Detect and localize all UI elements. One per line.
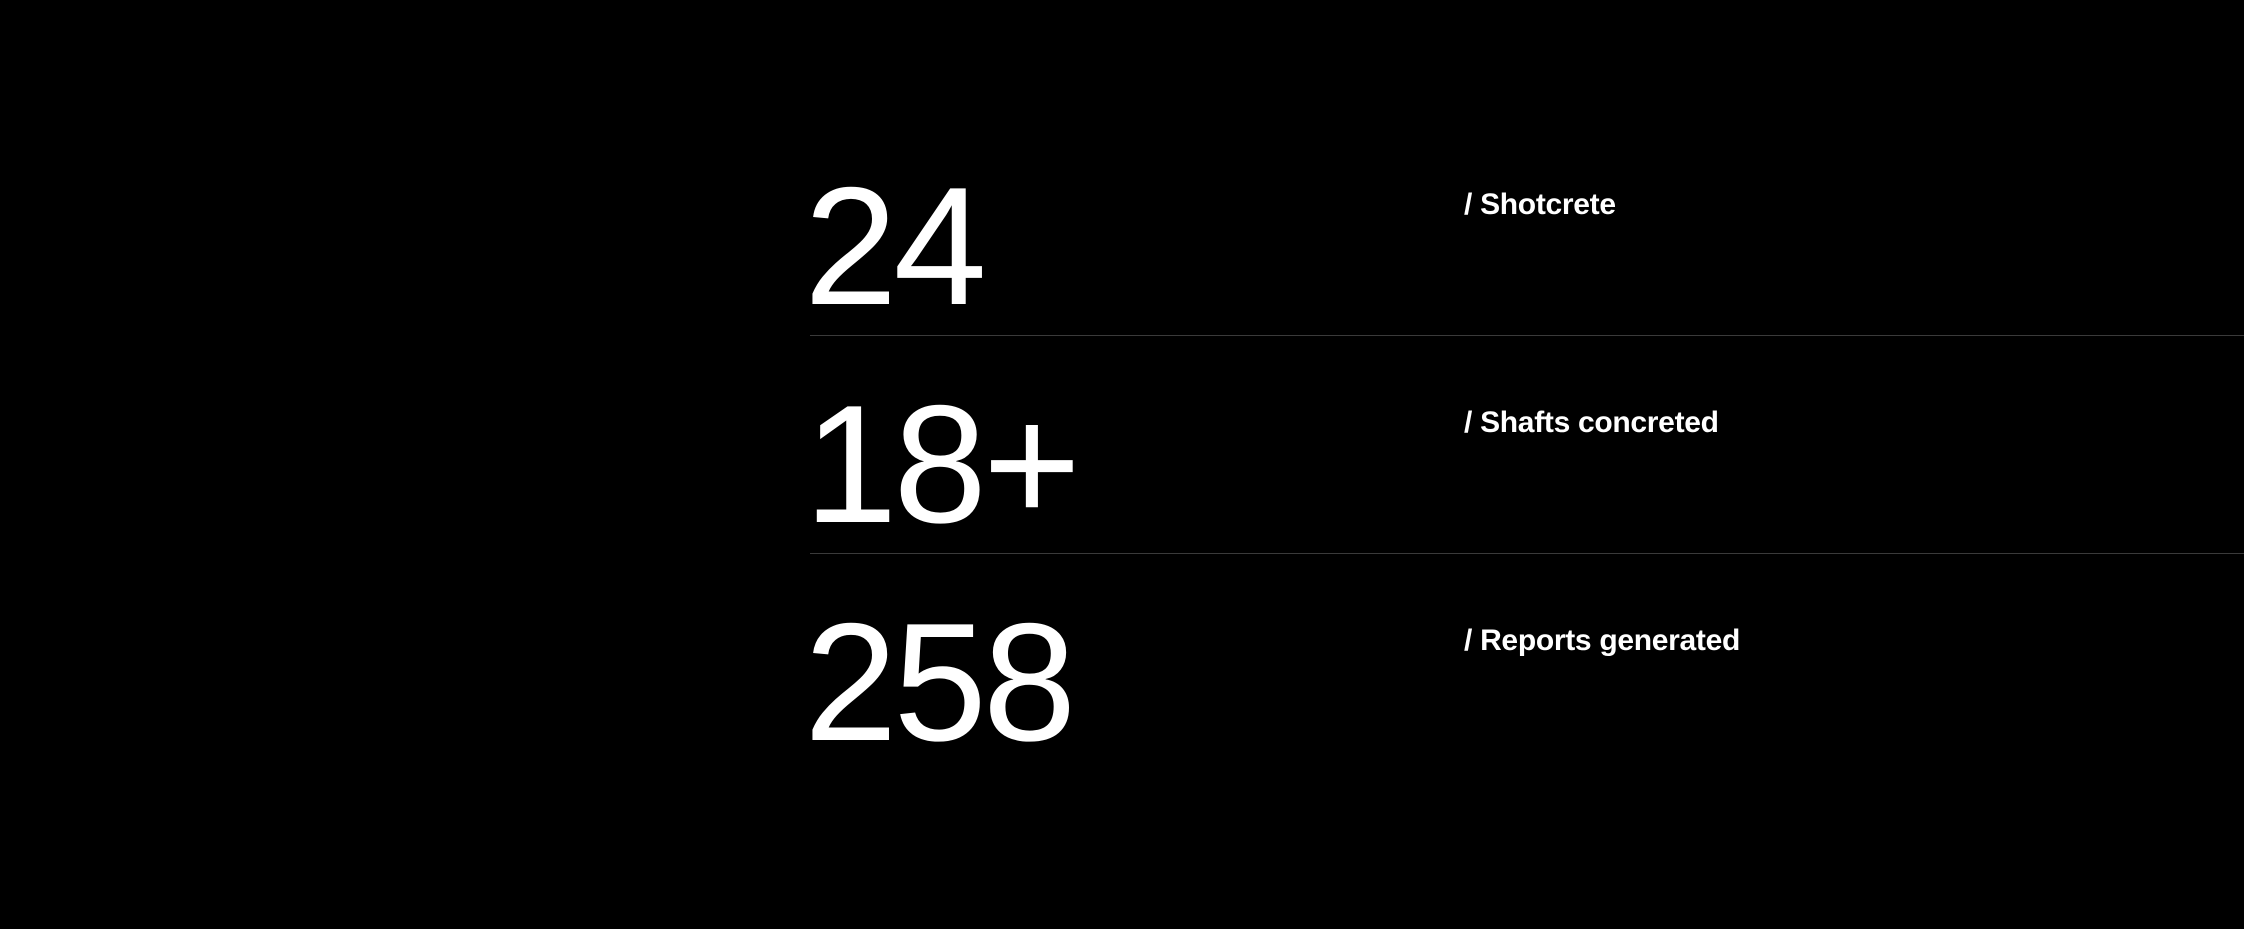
stat-value: 18+ <box>804 370 1081 558</box>
stat-row-shotcrete: 24 / Shotcrete <box>804 120 2244 338</box>
row-divider <box>810 553 2244 554</box>
row-divider <box>810 335 2244 336</box>
stat-label: / Shotcrete <box>1464 188 1616 221</box>
stats-section: 24 / Shotcrete 18+ / Shafts concreted 25… <box>804 120 2244 780</box>
stat-value: 24 <box>804 152 987 340</box>
stat-label: / Shafts concreted <box>1464 406 1719 439</box>
stat-row-reports-generated: 258 / Reports generated <box>804 556 2244 774</box>
stat-label: / Reports generated <box>1464 624 1741 657</box>
stat-value: 258 <box>804 588 1076 776</box>
stat-row-shafts-concreted: 18+ / Shafts concreted <box>804 338 2244 556</box>
